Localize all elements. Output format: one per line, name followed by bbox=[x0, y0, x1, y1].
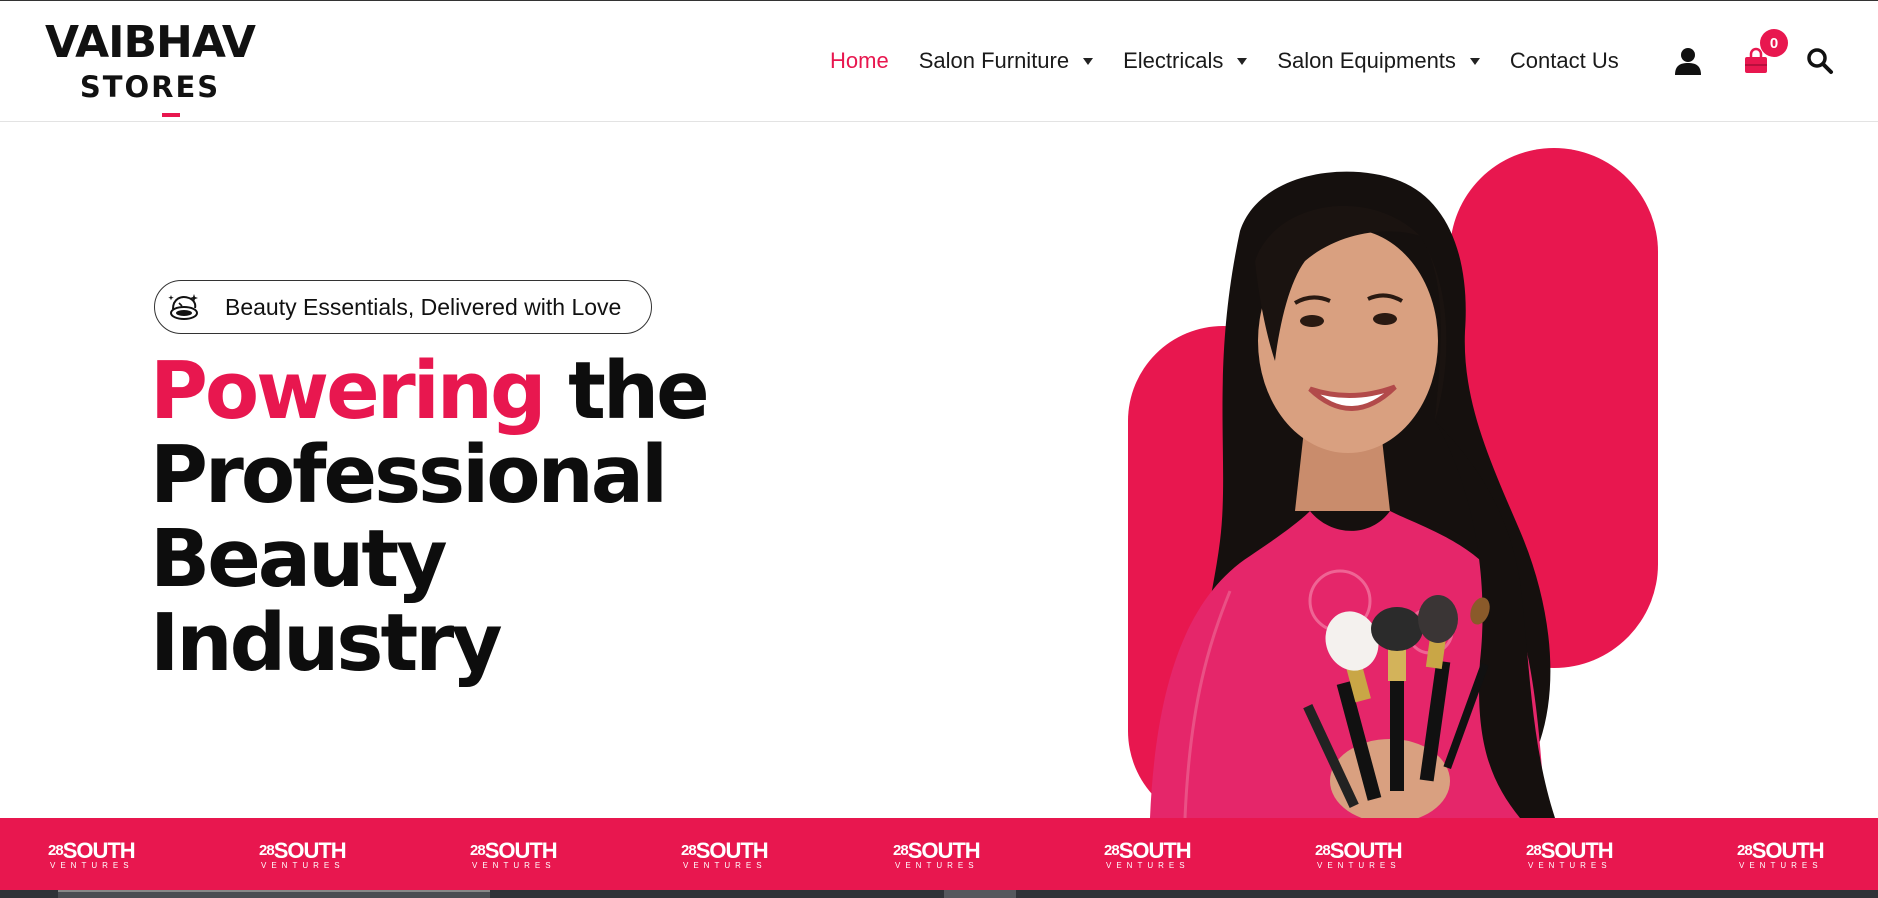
hero-tagline-pill: Beauty Essentials, Delivered with Love bbox=[154, 280, 652, 334]
nav-item-label: Salon Furniture bbox=[918, 48, 1070, 73]
partner-logo: 28SOUTH VENTURES bbox=[1526, 838, 1614, 870]
nav-item-contact-us[interactable]: Contact Us bbox=[1510, 48, 1619, 74]
partner-logo: 28SOUTH VENTURES bbox=[893, 838, 981, 870]
partner-logo-marquee: 28SOUTH VENTURES 28SOUTH VENTURES 28SOUT… bbox=[0, 818, 1878, 890]
nav-item-label: Contact Us bbox=[1509, 48, 1619, 73]
nav-item-label: Salon Equipments bbox=[1277, 48, 1456, 73]
page: VAIBHAV STORES Home Salon Furniture Elec… bbox=[0, 0, 1878, 898]
next-section-card bbox=[944, 890, 1016, 898]
main-nav: Home Salon Furniture Electricals Salon E… bbox=[830, 43, 1649, 79]
nav-item-salon-furniture[interactable]: Salon Furniture bbox=[918, 48, 1094, 74]
caret-down-icon bbox=[1237, 57, 1248, 65]
partner-logo: 28SOUTH VENTURES bbox=[1104, 838, 1192, 870]
cart-count-badge: 0 bbox=[1760, 29, 1788, 57]
headline-line-3: Industry bbox=[150, 597, 503, 689]
hero-tagline-text: Beauty Essentials, Delivered with Love bbox=[225, 293, 622, 320]
site-header: VAIBHAV STORES Home Salon Furniture Elec… bbox=[0, 1, 1878, 122]
headline-word: the bbox=[568, 345, 710, 437]
nav-item-salon-equipments[interactable]: Salon Equipments bbox=[1277, 48, 1480, 74]
partner-logo: 28SOUTH VENTURES bbox=[259, 838, 347, 870]
compact-mirror-icon bbox=[167, 289, 203, 325]
nav-item-electricals[interactable]: Electricals bbox=[1123, 48, 1248, 74]
next-section-peek bbox=[0, 890, 1878, 898]
hero-headline: Powering the Professional Beauty Industr… bbox=[150, 349, 930, 685]
partner-logo: 28SOUTH VENTURES bbox=[48, 838, 136, 870]
next-section-card bbox=[58, 890, 490, 898]
logo-accent-dash bbox=[162, 113, 180, 117]
caret-down-icon bbox=[1083, 57, 1094, 65]
logo-brand-name: VAIBHAV bbox=[45, 17, 256, 68]
site-logo[interactable]: VAIBHAV STORES bbox=[36, 17, 264, 117]
logo-brand-sub: STORES bbox=[79, 70, 221, 104]
nav-item-label: Home bbox=[830, 48, 889, 73]
hero-model-image bbox=[1090, 141, 1710, 826]
caret-down-icon bbox=[1469, 57, 1480, 65]
partner-logo: 28SOUTH VENTURES bbox=[1315, 838, 1403, 870]
user-icon[interactable] bbox=[1672, 45, 1704, 77]
nav-item-home[interactable]: Home bbox=[830, 48, 889, 74]
nav-item-label: Electricals bbox=[1123, 48, 1224, 73]
search-icon[interactable] bbox=[1804, 45, 1836, 77]
headline-accent-word: Powering bbox=[150, 345, 547, 437]
partner-logo: 28SOUTH VENTURES bbox=[1737, 838, 1825, 870]
partner-logo: 28SOUTH VENTURES bbox=[470, 838, 558, 870]
partner-logo: 28SOUTH VENTURES bbox=[681, 838, 769, 870]
headline-line-2: Professional Beauty bbox=[150, 429, 668, 605]
